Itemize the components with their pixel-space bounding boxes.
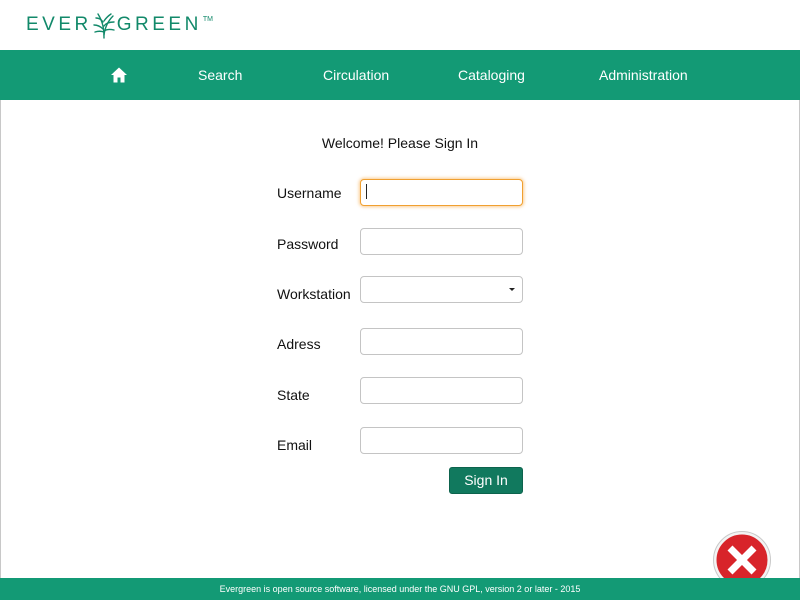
- footer: Evergreen is open source software, licen…: [0, 578, 800, 600]
- address-input[interactable]: [360, 328, 523, 355]
- state-input[interactable]: [360, 377, 523, 404]
- password-label: Password: [277, 236, 339, 252]
- nav-administration[interactable]: Administration: [599, 50, 688, 100]
- email-input[interactable]: [360, 427, 523, 454]
- workstation-select[interactable]: [360, 276, 523, 303]
- username-label: Username: [277, 185, 342, 201]
- username-input[interactable]: [360, 179, 523, 206]
- logo-text-right: GREEN: [116, 14, 202, 35]
- nav-circulation[interactable]: Circulation: [323, 50, 389, 100]
- email-label: Email: [277, 437, 313, 453]
- evergreen-logo[interactable]: EVER GREEN TM: [26, 10, 213, 40]
- text-caret: [366, 184, 367, 199]
- home-icon[interactable]: [110, 66, 128, 84]
- password-input[interactable]: [360, 228, 523, 255]
- main-navbar: Search Circulation Cataloging Administra…: [0, 50, 800, 100]
- leaf-icon: [93, 13, 115, 39]
- state-label: State: [277, 387, 310, 403]
- footer-license-text: Evergreen is open source software, licen…: [219, 584, 581, 594]
- header: EVER GREEN TM: [0, 0, 800, 50]
- nav-search[interactable]: Search: [198, 50, 242, 100]
- chevron-down-icon[interactable]: [509, 288, 515, 291]
- page-title: Welcome! Please Sign In: [321, 135, 479, 151]
- nav-cataloging[interactable]: Cataloging: [458, 50, 525, 100]
- trademark-mark: TM: [202, 15, 213, 23]
- logo-text-left: EVER: [26, 14, 92, 35]
- sign-in-button[interactable]: Sign In: [449, 467, 523, 494]
- workstation-label: Workstation: [277, 286, 351, 302]
- address-label: Adress: [277, 336, 321, 352]
